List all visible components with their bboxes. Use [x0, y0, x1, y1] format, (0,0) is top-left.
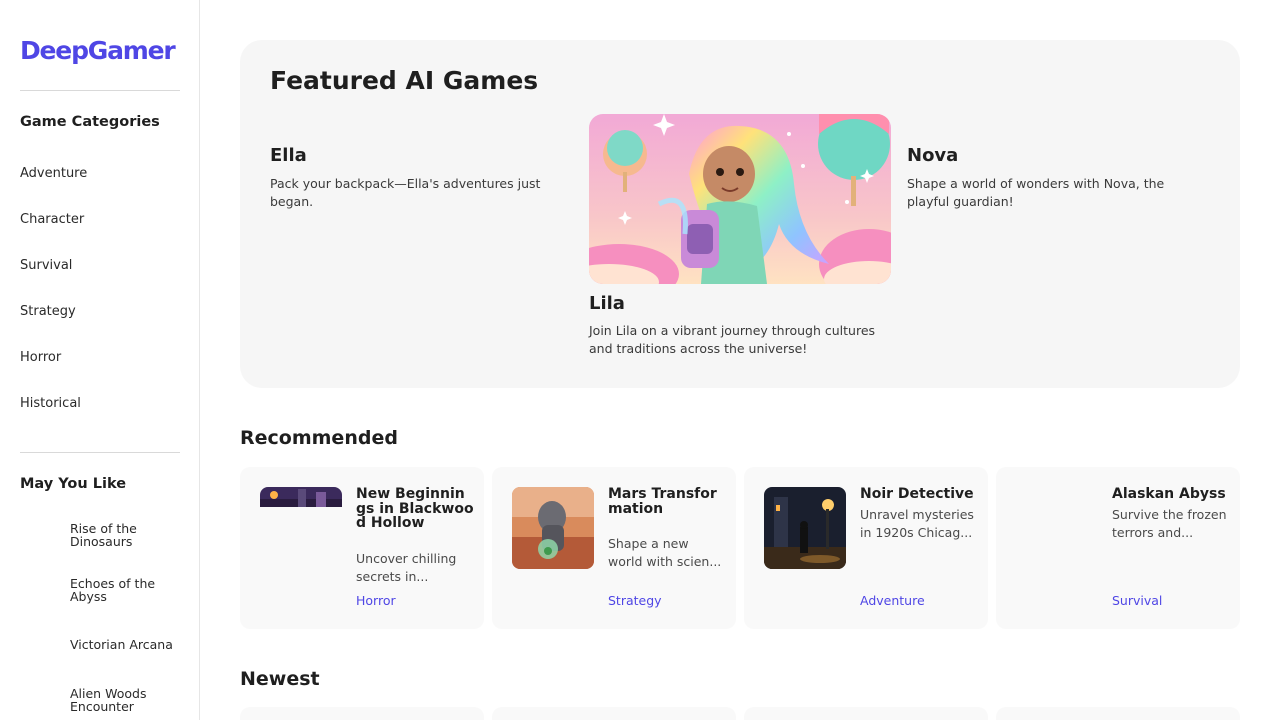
may-you-like-item[interactable]: Echoes of the Abyss — [20, 569, 180, 611]
game-thumbnail — [512, 487, 594, 569]
game-card-title: Noir Detective — [860, 486, 974, 502]
game-thumbnail — [764, 487, 846, 569]
game-card-title: Alaskan Abyss — [1112, 486, 1226, 502]
game-card-title: Mars Transformation — [608, 486, 717, 517]
game-card[interactable]: Noir Detective Unravel mysteries in 1920… — [744, 467, 988, 629]
category-strategy[interactable]: Strategy — [20, 304, 76, 319]
game-thumbnail-image — [512, 487, 594, 569]
featured-game-description: Join Lila on a vibrant journey through c… — [589, 323, 876, 356]
game-card[interactable] — [996, 707, 1240, 720]
game-card[interactable]: New Beginnings in Blackwood Hollow Uncov… — [240, 467, 484, 629]
featured-game-name[interactable]: Lila — [589, 293, 625, 314]
sidebar-divider — [20, 452, 180, 453]
category-adventure[interactable]: Adventure — [20, 166, 87, 181]
game-thumbnail — [20, 569, 62, 611]
featured-game-image[interactable] — [589, 114, 891, 284]
featured-game-name[interactable]: Ella — [270, 145, 307, 166]
featured-game-description: Pack your backpack—Ella's adventures jus… — [270, 176, 541, 209]
may-you-like-heading: May You Like — [20, 476, 127, 492]
may-you-like-label: Alien Woods Encounter — [70, 686, 147, 714]
may-you-like-item[interactable]: Victorian Arcana — [20, 623, 180, 665]
game-thumbnail — [20, 623, 62, 665]
may-you-like-item[interactable]: Rise of the Dinosaurs — [20, 514, 180, 556]
game-card-description: Shape a new world with scien... — [608, 536, 722, 569]
game-card-category[interactable]: Horror — [356, 593, 396, 608]
game-card-category[interactable]: Adventure — [860, 593, 925, 608]
game-card-title: New Beginnings in Blackwood Hollow — [356, 486, 474, 531]
featured-game-illustration — [589, 114, 891, 284]
category-historical[interactable]: Historical — [20, 396, 81, 411]
game-thumbnail — [1016, 487, 1098, 569]
newest-title: Newest — [240, 668, 320, 690]
may-you-like-label: Victorian Arcana — [70, 636, 173, 652]
category-horror[interactable]: Horror — [20, 350, 61, 365]
game-thumbnail — [20, 514, 62, 556]
game-card[interactable] — [744, 707, 988, 720]
categories-heading: Game Categories — [20, 114, 160, 130]
game-card-description: Unravel mysteries in 1920s Chicag... — [860, 507, 974, 540]
featured-title: Featured AI Games — [270, 66, 539, 95]
game-thumbnail — [260, 487, 342, 569]
featured-game-name[interactable]: Nova — [907, 145, 958, 166]
game-card-category[interactable]: Strategy — [608, 593, 662, 608]
recommended-title: Recommended — [240, 427, 398, 449]
game-card[interactable] — [240, 707, 484, 720]
sidebar: DeepGamer Game Categories Adventure Char… — [0, 0, 200, 720]
game-card[interactable]: Alaskan Abyss Survive the frozen terrors… — [996, 467, 1240, 629]
game-card-description: Uncover chilling secrets in... — [356, 551, 457, 584]
game-card[interactable] — [492, 707, 736, 720]
game-thumbnail-image — [764, 487, 846, 569]
game-card[interactable]: Mars Transformation Shape a new world wi… — [492, 467, 736, 629]
game-thumbnail — [20, 679, 62, 720]
category-character[interactable]: Character — [20, 212, 84, 227]
logo[interactable]: DeepGamer — [20, 36, 176, 65]
category-survival[interactable]: Survival — [20, 258, 72, 273]
game-card-category[interactable]: Survival — [1112, 593, 1162, 608]
sidebar-divider — [20, 90, 180, 91]
game-card-description: Survive the frozen terrors and... — [1112, 507, 1227, 540]
game-thumbnail-image — [260, 487, 342, 507]
may-you-like-item[interactable]: Alien Woods Encounter — [20, 679, 180, 720]
featured-game-description: Shape a world of wonders with Nova, the … — [907, 176, 1165, 209]
may-you-like-label: Echoes of the Abyss — [70, 576, 156, 604]
may-you-like-label: Rise of the Dinosaurs — [70, 521, 137, 549]
featured-panel: Featured AI Games Ella Pack your backpac… — [240, 40, 1240, 388]
